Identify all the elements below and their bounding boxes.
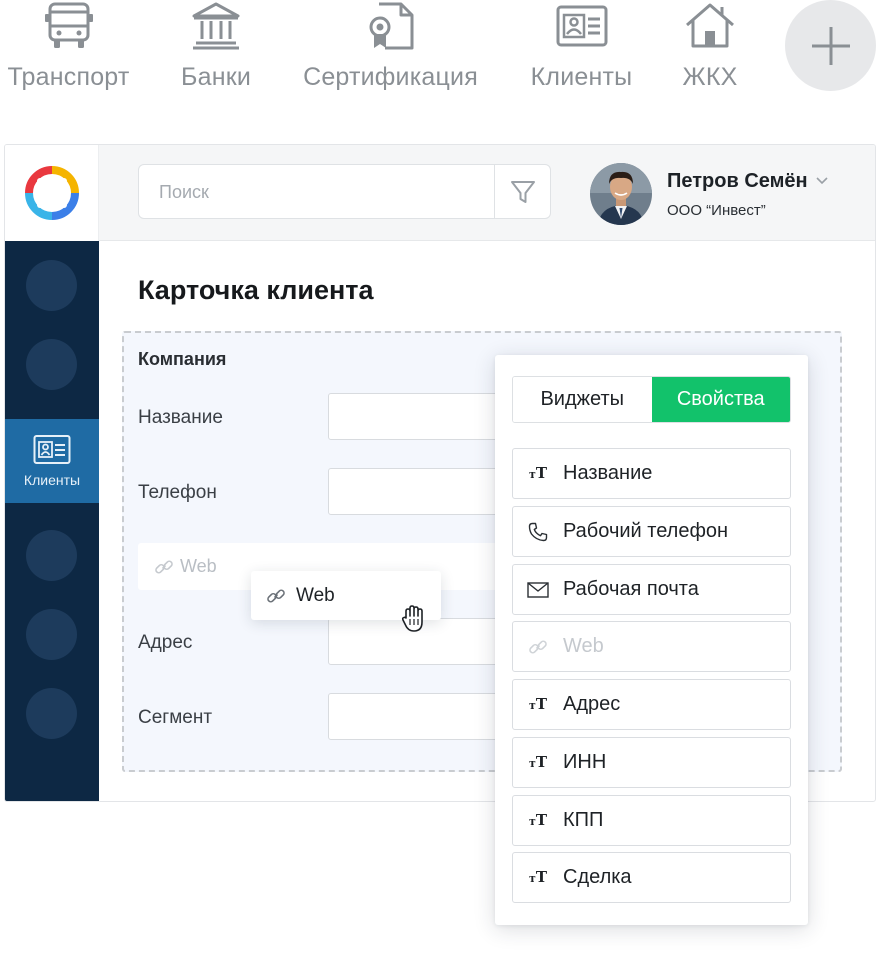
tab-properties[interactable]: Свойства	[651, 377, 790, 422]
category-label: Сертификация	[303, 63, 478, 91]
screen: Транспорт Банки Сертификация Клиенты ЖКХ…	[0, 0, 876, 961]
section-label: Компания	[138, 349, 227, 369]
user-name-text: Петров Семён	[667, 169, 808, 192]
property-label: Рабочая почта	[563, 578, 699, 600]
app-logo[interactable]	[5, 145, 99, 241]
property-label: Адрес	[563, 693, 621, 715]
chevron-down-icon	[816, 177, 828, 185]
property-item-disabled: Web	[512, 621, 791, 672]
id-card-icon	[556, 5, 607, 47]
text-type-icon: тT	[529, 868, 547, 886]
house-icon	[686, 3, 734, 48]
property-item[interactable]: тT ИНН	[512, 737, 791, 788]
property-label: Название	[563, 462, 653, 484]
text-type-icon: тT	[529, 811, 547, 829]
web-placeholder-label: Web	[180, 556, 217, 576]
link-icon	[155, 559, 173, 574]
dragged-field-label: Web	[296, 584, 335, 606]
top-bar: Поиск Петров Семён ООО “Инвест”	[5, 145, 875, 241]
link-icon	[527, 636, 549, 658]
sidebar-item[interactable]	[26, 609, 77, 660]
user-organization: ООО “Инвест”	[667, 201, 766, 219]
category-housing[interactable]: ЖКХ	[677, 0, 743, 92]
field-label-segment: Сегмент	[138, 707, 213, 728]
certificate-document-icon	[369, 2, 413, 50]
sidebar-item[interactable]	[26, 688, 77, 739]
properties-panel: Виджеты Свойства тT Название Рабочий тел…	[495, 355, 808, 925]
property-label: Web	[563, 635, 604, 657]
text-type-icon: тT	[529, 695, 547, 713]
add-category-button[interactable]	[785, 0, 876, 91]
sidebar-item-label: Клиенты	[23, 472, 81, 488]
property-item[interactable]: тT Название	[512, 448, 791, 499]
category-banks[interactable]: Банки	[176, 0, 256, 92]
filter-icon	[510, 180, 535, 203]
phone-icon	[527, 521, 549, 543]
sidebar-item[interactable]	[26, 260, 77, 311]
logo-icon	[24, 166, 79, 220]
sidebar: Клиенты	[5, 241, 99, 801]
filter-button[interactable]	[494, 165, 550, 218]
bus-icon	[44, 2, 93, 48]
user-info: Петров Семён ООО “Инвест”	[667, 170, 828, 219]
text-type-icon: тT	[529, 464, 547, 482]
grab-cursor-icon	[401, 605, 423, 632]
category-label: Транспорт	[7, 63, 130, 91]
property-label: Рабочий телефон	[563, 520, 729, 542]
envelope-icon	[527, 579, 549, 601]
search-input[interactable]: Поиск	[159, 182, 209, 203]
category-clients[interactable]: Клиенты	[524, 0, 639, 92]
link-icon	[267, 588, 285, 603]
user-menu[interactable]: Петров Семён ООО “Инвест”	[590, 163, 828, 225]
category-label: Клиенты	[530, 63, 633, 91]
category-label: ЖКХ	[682, 63, 738, 91]
page-title: Карточка клиента	[138, 275, 374, 305]
search-box[interactable]: Поиск	[138, 164, 551, 219]
bank-icon	[192, 2, 240, 50]
category-transport[interactable]: Транспорт	[0, 0, 137, 92]
property-label: КПП	[563, 809, 604, 831]
text-type-icon: тT	[529, 753, 547, 771]
avatar	[590, 163, 652, 225]
category-certification[interactable]: Сертификация	[295, 0, 486, 92]
property-item[interactable]: тT Адрес	[512, 679, 791, 730]
sidebar-item-clients[interactable]: Клиенты	[5, 419, 99, 503]
property-item[interactable]: тT КПП	[512, 795, 791, 846]
property-item[interactable]: Рабочая почта	[512, 564, 791, 615]
field-label-phone: Телефон	[138, 482, 217, 503]
user-name: Петров Семён	[667, 170, 828, 193]
sidebar-item[interactable]	[26, 530, 77, 581]
plus-icon	[811, 26, 850, 65]
property-label: Сделка	[563, 866, 632, 888]
panel-tabs: Виджеты Свойства	[512, 376, 791, 423]
category-label: Банки	[180, 63, 252, 91]
sidebar-item[interactable]	[26, 339, 77, 390]
property-item[interactable]: Рабочий телефон	[512, 506, 791, 557]
tab-widgets[interactable]: Виджеты	[513, 377, 652, 422]
property-item[interactable]: тT Сделка	[512, 852, 791, 903]
field-label-name: Название	[138, 407, 223, 428]
field-label-address: Адрес	[138, 632, 193, 653]
id-card-icon	[33, 435, 71, 464]
property-label: ИНН	[563, 751, 607, 773]
